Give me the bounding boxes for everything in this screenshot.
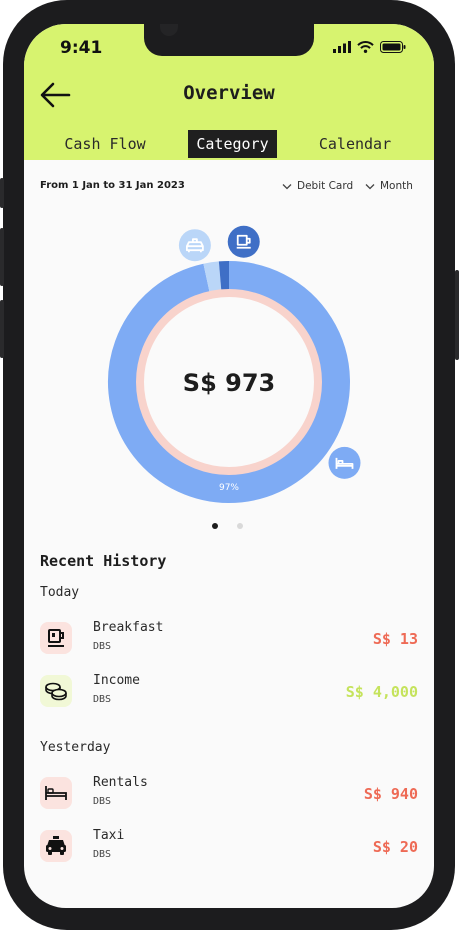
period-dropdown-label: Month — [380, 180, 413, 192]
signal-icon — [333, 41, 351, 53]
chevron-down-icon — [282, 183, 292, 189]
pagination-dots — [212, 523, 243, 529]
total-amount: S$ 973 — [183, 369, 275, 397]
donut-segment-taxi[interactable] — [203, 261, 222, 296]
transaction-bank: DBS — [93, 796, 112, 807]
transaction-name: Rentals — [93, 775, 148, 790]
transaction-bank: DBS — [93, 694, 112, 705]
transaction-amount: S$ 4,000 — [345, 683, 418, 701]
mute-switch — [0, 178, 4, 208]
chevron-down-icon — [365, 183, 375, 189]
coffee-icon — [40, 622, 72, 654]
camera — [160, 24, 178, 36]
page-dot-active[interactable] — [212, 523, 218, 529]
status-time: 9:41 — [60, 38, 103, 58]
group-label-today: Today — [40, 585, 80, 600]
taxi-icon — [178, 229, 211, 262]
wifi-icon — [357, 41, 374, 53]
segment-percent-label: 97% — [219, 483, 239, 493]
transaction-amount: S$ 20 — [372, 838, 418, 856]
coins-icon — [40, 675, 72, 707]
transaction-row[interactable]: Rentals DBS S$ 940 — [40, 775, 418, 811]
power-button — [455, 270, 459, 360]
recent-history-title: Recent History — [40, 552, 167, 570]
period-dropdown[interactable]: Month — [365, 180, 413, 192]
status-icons — [333, 41, 406, 53]
account-dropdown[interactable]: Debit Card — [282, 180, 353, 192]
battery-icon — [380, 41, 406, 53]
bed-icon — [40, 777, 72, 809]
page-dot[interactable] — [237, 523, 243, 529]
filter-row: From 1 Jan to 31 Jan 2023 Debit Card Mon… — [40, 180, 418, 196]
group-label-yesterday: Yesterday — [40, 740, 111, 755]
coffee-icon — [227, 225, 260, 258]
transaction-amount: S$ 13 — [372, 630, 418, 648]
transaction-bank: DBS — [93, 641, 112, 652]
header: 9:41 Overview Cash Flow Category Calenda… — [24, 24, 434, 160]
transaction-name: Breakfast — [93, 620, 164, 635]
bed-icon — [328, 446, 361, 479]
transaction-amount: S$ 940 — [363, 785, 418, 803]
account-dropdown-label: Debit Card — [297, 180, 354, 192]
page-title: Overview — [183, 82, 275, 104]
transaction-row[interactable]: Income DBS S$ 4,000 — [40, 673, 418, 709]
transaction-name: Income — [93, 673, 140, 688]
tab-category[interactable]: Category — [188, 130, 277, 158]
volume-down-button — [0, 300, 4, 358]
tab-bar: Cash Flow Category Calendar — [24, 130, 434, 160]
app-screen: 9:41 Overview Cash Flow Category Calenda… — [24, 24, 434, 908]
transaction-row[interactable]: Taxi DBS S$ 20 — [40, 828, 418, 864]
tab-calendar[interactable]: Calendar — [294, 130, 416, 158]
tab-cash-flow[interactable]: Cash Flow — [42, 130, 168, 158]
taxi-icon — [40, 830, 72, 862]
category-donut-chart: S$ 973 97% — [108, 225, 361, 503]
transaction-name: Taxi — [93, 828, 125, 843]
transaction-bank: DBS — [93, 849, 112, 860]
date-range-label: From 1 Jan to 31 Jan 2023 — [40, 180, 185, 191]
transaction-row[interactable]: Breakfast DBS S$ 13 — [40, 620, 418, 656]
notch — [144, 24, 314, 56]
volume-up-button — [0, 228, 4, 286]
